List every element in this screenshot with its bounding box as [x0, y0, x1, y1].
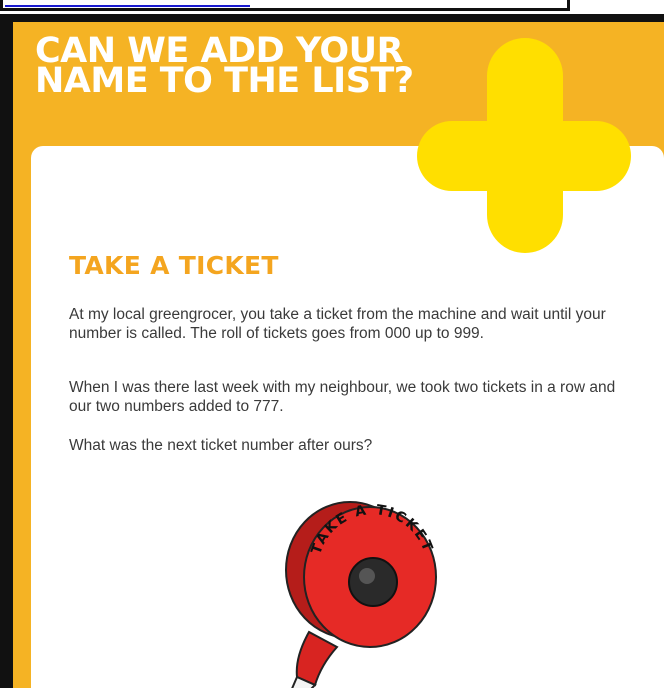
puzzle-question: What was the next ticket number after ou… — [69, 437, 373, 454]
puzzle-paragraph-1: At my local greengrocer, you take a tick… — [69, 306, 606, 342]
top-link-box — [0, 0, 570, 11]
heading-line-2: NAME TO THE LIST? — [35, 61, 414, 101]
plus-icon-bar — [417, 121, 631, 191]
ticket-dispenser-icon: TAKE A TICKET — [285, 501, 437, 688]
top-hyperlink[interactable] — [5, 0, 250, 7]
puzzle-title: TAKE A TICKET — [69, 251, 279, 280]
puzzle-paragraph-2: When I was there last week with my neigh… — [69, 379, 616, 415]
poster-heading: CAN WE ADD YOUR NAME TO THE LIST? — [35, 34, 414, 101]
poster: CAN WE ADD YOUR NAME TO THE LIST? TAKE A… — [13, 22, 664, 688]
